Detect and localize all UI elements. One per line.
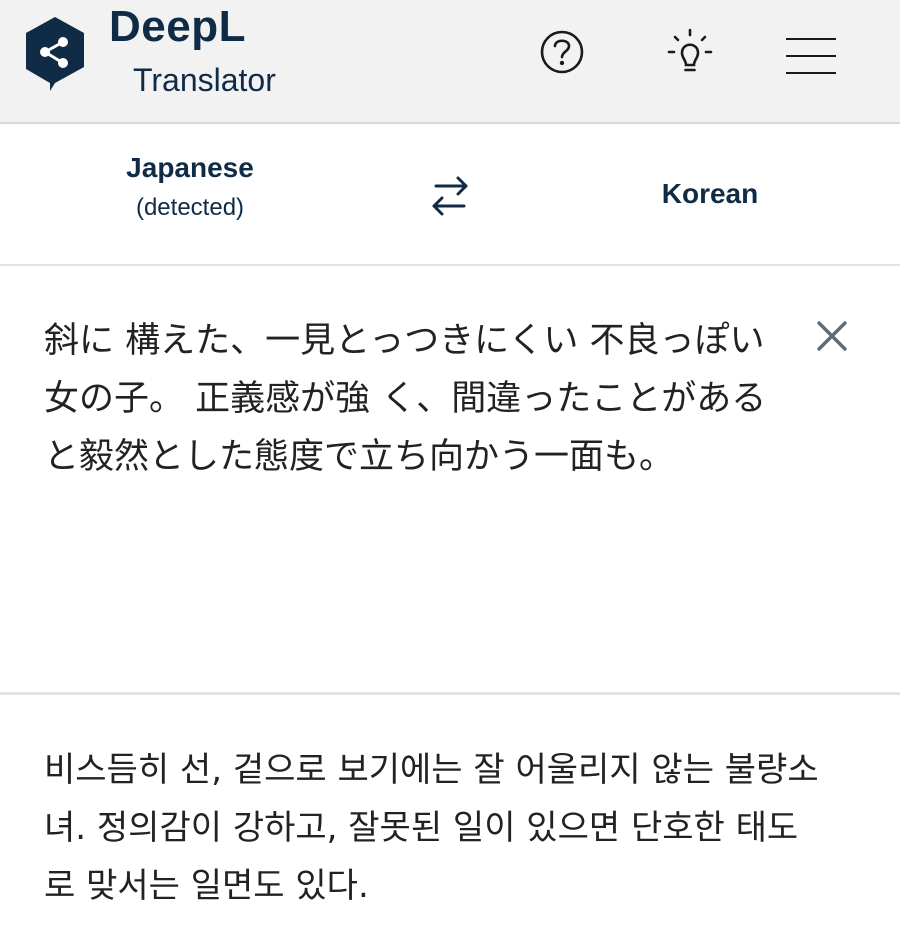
brand-subtitle: Translator xyxy=(133,62,276,98)
app-header: DeepL Translator xyxy=(0,0,900,124)
swap-arrows-icon xyxy=(432,176,468,216)
hamburger-menu-icon xyxy=(786,38,836,40)
target-language-selector[interactable]: Korean xyxy=(610,178,810,210)
question-circle-icon xyxy=(540,30,584,74)
hamburger-menu-button[interactable] xyxy=(782,34,840,80)
deepl-translator-app: DeepL Translator Japanese (detected) Kor… xyxy=(0,0,900,926)
close-icon xyxy=(817,321,847,351)
source-text-area[interactable]: 斜に 構えた、一見とっつきにくい 不良っぽい 女の子。 正義感が強 く、間違った… xyxy=(0,266,900,695)
source-language-selector[interactable]: Japanese (detected) xyxy=(90,152,290,222)
source-language-detected-note: (detected) xyxy=(135,194,245,221)
deepl-logo-icon[interactable] xyxy=(22,15,88,93)
tips-button[interactable] xyxy=(662,26,718,82)
language-bar: Japanese (detected) Korean xyxy=(0,124,900,266)
clear-source-button[interactable] xyxy=(812,316,852,356)
swap-languages-button[interactable] xyxy=(426,172,474,220)
translated-text[interactable]: 비스듬히 선, 겉으로 보기에는 잘 어울리지 않는 불량소녀. 정의감이 강하… xyxy=(44,741,824,915)
source-language-name: Japanese xyxy=(126,152,254,183)
translation-output-area: 비스듬히 선, 겉으로 보기에는 잘 어울리지 않는 불량소녀. 정의감이 강하… xyxy=(0,695,900,926)
brand-name: DeepL xyxy=(109,2,246,51)
help-button[interactable] xyxy=(534,26,590,82)
source-text[interactable]: 斜に 構えた、一見とっつきにくい 不良っぽい 女の子。 正義感が強 く、間違った… xyxy=(44,312,794,486)
lightbulb-icon xyxy=(667,28,713,72)
